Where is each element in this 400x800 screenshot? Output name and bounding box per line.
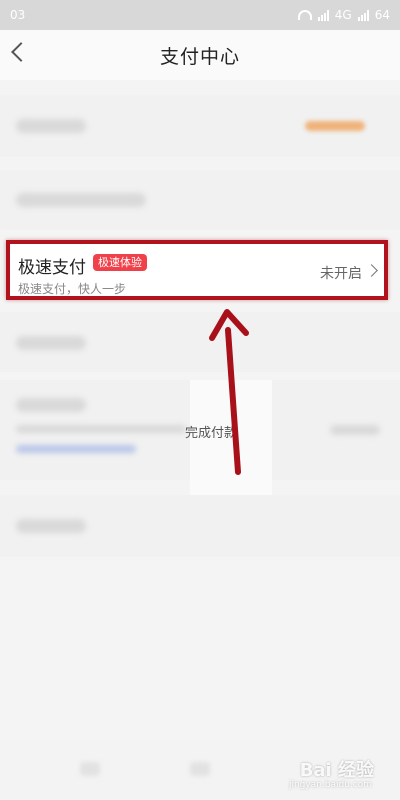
page-title: 支付中心: [159, 45, 240, 68]
wifi-icon: [297, 10, 312, 20]
chevron-right-icon: [365, 264, 378, 277]
fast-pay-title: 极速支付: [18, 258, 86, 278]
fast-pay-status: 未开启: [320, 266, 362, 282]
status-bar: 03 4G 64: [0, 0, 400, 30]
back-icon[interactable]: [11, 42, 31, 62]
middle-text: 完成付款: [185, 426, 238, 441]
blurred-row-3[interactable]: [0, 312, 400, 372]
battery-level: 64: [374, 8, 390, 22]
blurred-row-5[interactable]: [0, 495, 400, 557]
fast-pay-subtitle: 极速支付，快人一步: [18, 282, 127, 296]
fast-pay-row[interactable]: 极速支付 极速体验 极速支付，快人一步 未开启: [6, 240, 388, 300]
status-time: 03: [10, 8, 26, 22]
watermark-url: jingyan.baidu.com: [288, 780, 372, 790]
network-type: 4G: [334, 8, 352, 22]
signal-icon: [317, 9, 329, 21]
blurred-row-2[interactable]: [0, 170, 400, 230]
status-indicators: 4G 64: [297, 8, 390, 22]
signal-icon-2: [357, 9, 369, 21]
fast-pay-badge: 极速体验: [93, 254, 147, 271]
header: 支付中心: [0, 30, 400, 80]
watermark-logo: Bai 经验: [299, 760, 374, 781]
blurred-row-1[interactable]: [0, 95, 400, 157]
